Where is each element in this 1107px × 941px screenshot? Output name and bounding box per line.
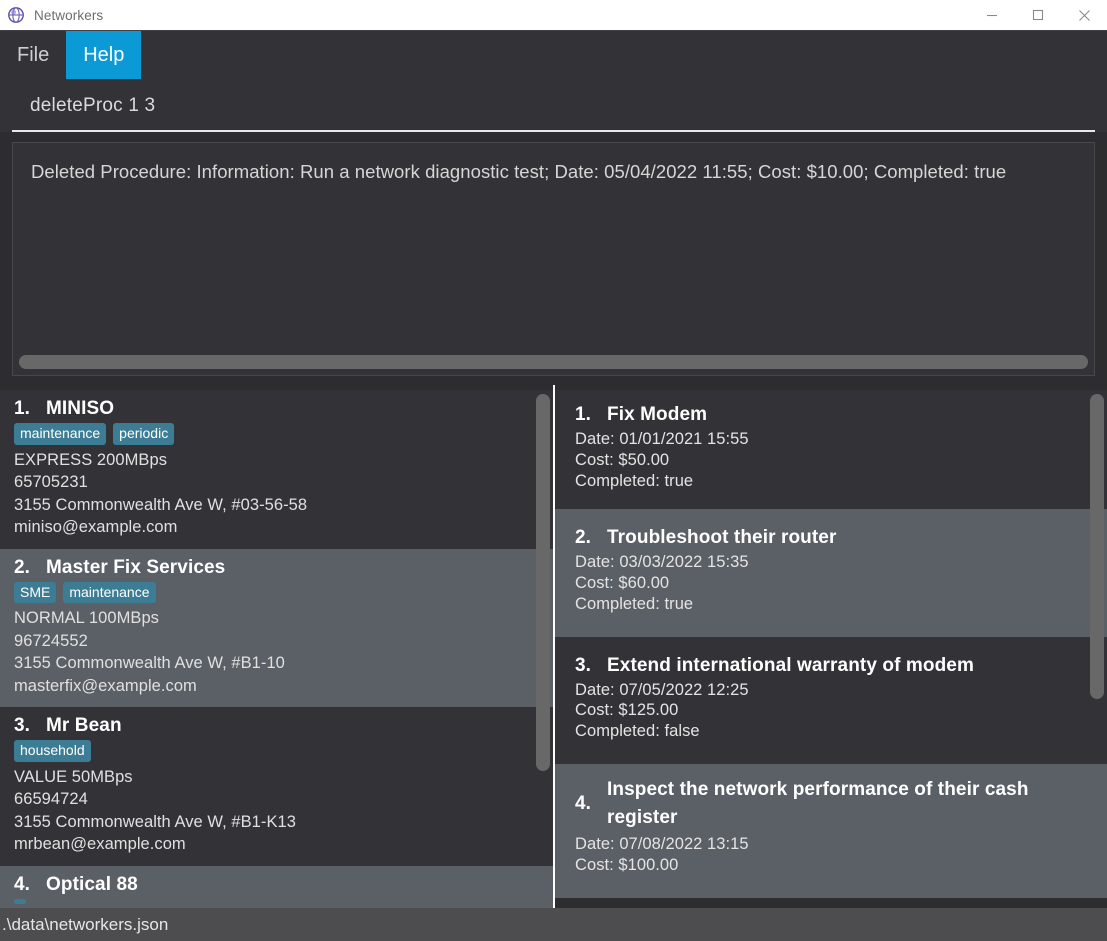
- procedure-index: 3.: [575, 654, 592, 676]
- networker-index: 2.: [14, 556, 31, 578]
- networker-name: MINISO: [46, 398, 115, 419]
- tag: maintenance: [63, 581, 156, 604]
- title-bar: Networkers: [0, 0, 1107, 30]
- networker-name: Mr Bean: [46, 715, 122, 737]
- command-input-container: deleteProc 1 3: [0, 79, 1107, 132]
- app-window: Networkers File Help deleteProc 1 3 Dele…: [0, 0, 1107, 941]
- tag: periodic: [113, 423, 175, 445]
- procedure-title: Fix Modem: [607, 404, 708, 425]
- result-display-text: Deleted Procedure: Information: Run a ne…: [31, 161, 1007, 182]
- networker-email: miniso@example.com: [14, 518, 178, 537]
- networkers-vertical-scrollbar-thumb[interactable]: [536, 394, 550, 771]
- networkers-list: 1. MINISO maintenance periodic EXPRESS 2…: [0, 390, 553, 908]
- networker-name: Master Fix Services: [46, 556, 226, 578]
- tag: maintenance: [14, 423, 107, 445]
- networker-plan: VALUE 50MBps: [14, 767, 133, 786]
- networker-header: 4. Optical 88: [14, 874, 533, 896]
- networker-index: 1.: [14, 398, 31, 419]
- networker-index: 3.: [14, 715, 31, 737]
- procedures-panel: 1. Fix Modem Date: 01/01/2021 15:55 Cost…: [555, 385, 1107, 908]
- procedure-title: Troubleshoot their router: [607, 527, 837, 549]
- procedure-title: Extend international warranty of modem: [607, 654, 974, 676]
- networker-index: 4.: [14, 873, 31, 895]
- procedure-completed: Completed: true: [575, 594, 694, 613]
- window-controls: [969, 0, 1107, 30]
- networker-tags: SME maintenance: [14, 581, 533, 604]
- procedure-completed: Completed: false: [575, 722, 700, 741]
- procedure-cost: Cost: $100.00: [575, 855, 679, 874]
- procedure-header: 3. Extend international warranty of mode…: [575, 655, 1087, 677]
- maximize-button[interactable]: [1015, 0, 1061, 30]
- procedure-card[interactable]: 4. Inspect the network performance of th…: [555, 764, 1107, 898]
- minimize-button[interactable]: [969, 0, 1015, 30]
- networker-address: 3155 Commonwealth Ave W, #B1-10: [14, 654, 285, 673]
- procedure-card[interactable]: 1. Fix Modem Date: 01/01/2021 15:55 Cost…: [555, 390, 1107, 510]
- procedure-index: 2.: [575, 527, 592, 549]
- command-input-value: deleteProc 1 3: [30, 94, 156, 116]
- networker-card[interactable]: 4. Optical 88: [0, 865, 553, 908]
- procedure-card[interactable]: 2. Troubleshoot their router Date: 03/03…: [555, 509, 1107, 637]
- networker-tags: maintenance periodic: [14, 423, 533, 445]
- result-display-area: Deleted Procedure: Information: Run a ne…: [12, 142, 1095, 376]
- networker-email: masterfix@example.com: [14, 676, 197, 695]
- networker-tags: household: [14, 740, 533, 762]
- networker-name: Optical 88: [46, 873, 138, 895]
- status-bar: .\data\networkers.json: [0, 908, 1107, 941]
- procedure-date: Date: 03/03/2022 15:35: [575, 553, 749, 572]
- result-horizontal-scrollbar-thumb[interactable]: [19, 355, 1088, 369]
- networker-tags: [14, 898, 533, 904]
- networker-header: 1. MINISO: [14, 398, 533, 420]
- procedure-completed: Completed: true: [575, 471, 694, 490]
- networker-phone: 65705231: [14, 473, 88, 492]
- networker-card[interactable]: 1. MINISO maintenance periodic EXPRESS 2…: [0, 390, 553, 549]
- networkers-panel: 1. MINISO maintenance periodic EXPRESS 2…: [0, 385, 555, 908]
- window-title: Networkers: [34, 7, 104, 23]
- networker-address: 3155 Commonwealth Ave W, #B1-K13: [14, 812, 296, 831]
- panels-container: 1. MINISO maintenance periodic EXPRESS 2…: [0, 385, 1107, 908]
- menu-bar: File Help: [0, 30, 1107, 79]
- tag: household: [14, 740, 91, 762]
- procedure-header: 2. Troubleshoot their router: [575, 527, 1087, 549]
- procedure-date: Date: 01/01/2021 15:55: [575, 430, 749, 448]
- networker-plan: EXPRESS 200MBps: [14, 450, 167, 469]
- procedure-cost: Cost: $125.00: [575, 701, 679, 720]
- networkers-vertical-scrollbar[interactable]: [536, 390, 550, 908]
- tag: SME: [14, 581, 57, 604]
- procedure-cost: Cost: $50.00: [575, 450, 670, 469]
- networker-email: mrbean@example.com: [14, 835, 186, 854]
- networker-card[interactable]: 3. Mr Bean household VALUE 50MBps 665947…: [0, 707, 553, 866]
- status-bar-path: .\data\networkers.json: [2, 914, 169, 934]
- procedure-title: Inspect the network performance of their…: [607, 779, 1029, 828]
- procedures-vertical-scrollbar[interactable]: [1090, 390, 1104, 908]
- networker-card[interactable]: 2. Master Fix Services SME maintenance N…: [0, 548, 553, 708]
- procedure-header: 1. Fix Modem: [575, 404, 1087, 426]
- networker-plan: NORMAL 100MBps: [14, 609, 159, 628]
- tag: [14, 898, 26, 904]
- networker-phone: 66594724: [14, 790, 88, 809]
- networker-header: 3. Mr Bean: [14, 715, 533, 737]
- networker-phone: 96724552: [14, 631, 88, 650]
- command-input[interactable]: deleteProc 1 3: [12, 87, 1095, 132]
- procedure-date: Date: 07/05/2022 12:25: [575, 680, 749, 699]
- procedure-date: Date: 07/08/2022 13:15: [575, 835, 749, 854]
- networker-address: 3155 Commonwealth Ave W, #03-56-58: [14, 495, 308, 514]
- procedure-index: 1.: [575, 404, 592, 425]
- procedures-list: 1. Fix Modem Date: 01/01/2021 15:55 Cost…: [555, 390, 1107, 908]
- procedure-header: 4. Inspect the network performance of th…: [575, 776, 1087, 831]
- procedure-cost: Cost: $60.00: [575, 574, 670, 593]
- menu-item-help[interactable]: Help: [66, 31, 142, 79]
- globe-network-icon: [6, 5, 26, 25]
- result-horizontal-scrollbar[interactable]: [13, 355, 1094, 369]
- menu-item-file[interactable]: File: [0, 31, 66, 79]
- close-button[interactable]: [1061, 0, 1107, 30]
- procedures-vertical-scrollbar-thumb[interactable]: [1090, 394, 1104, 699]
- procedure-index: 4.: [575, 792, 592, 814]
- procedure-card[interactable]: 3. Extend international warranty of mode…: [555, 636, 1107, 765]
- networker-header: 2. Master Fix Services: [14, 557, 533, 579]
